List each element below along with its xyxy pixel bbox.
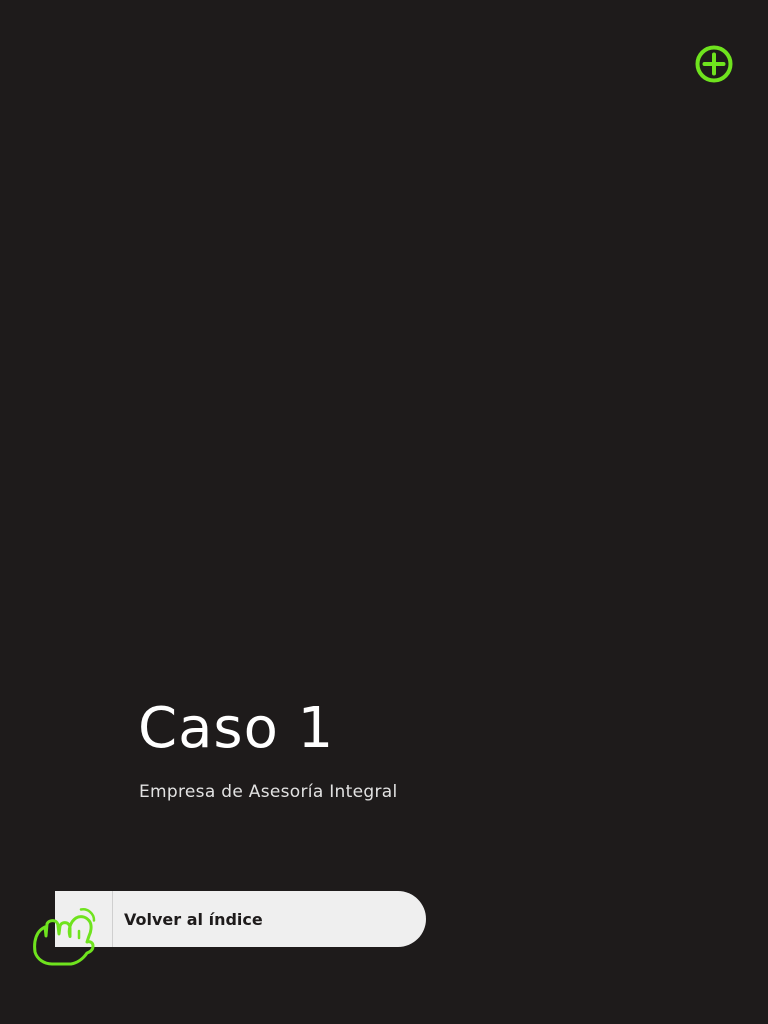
- add-button[interactable]: [694, 44, 734, 84]
- pointing-hand-icon: [30, 904, 100, 970]
- back-to-index-label: Volver al índice: [124, 910, 263, 929]
- back-to-index-button[interactable]: Volver al índice: [55, 891, 426, 947]
- page-subtitle: Empresa de Asesoría Integral: [139, 782, 398, 802]
- button-divider: [112, 891, 113, 947]
- page-title: Caso 1: [138, 696, 335, 761]
- plus-circle-icon: [695, 45, 733, 83]
